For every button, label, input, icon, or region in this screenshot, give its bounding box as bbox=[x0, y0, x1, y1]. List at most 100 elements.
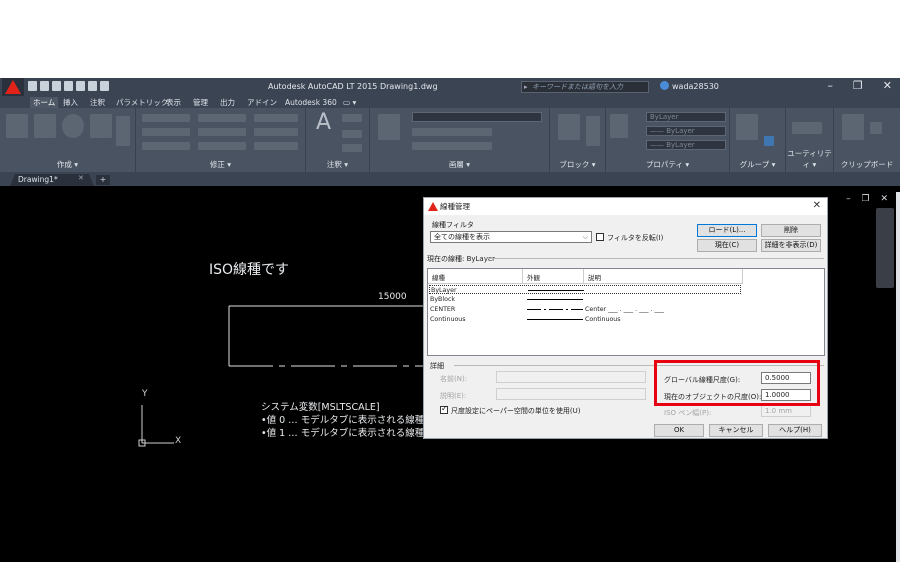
fillet-icon[interactable] bbox=[254, 128, 298, 136]
paste-icon[interactable] bbox=[842, 114, 864, 140]
draw-tools-icon[interactable] bbox=[116, 116, 130, 146]
text-icon[interactable]: A bbox=[316, 110, 331, 135]
iso-pen-width-select[interactable]: 1.0 mm bbox=[761, 405, 811, 417]
ok-button[interactable]: OK bbox=[654, 424, 704, 437]
table-row[interactable]: CENTER Center ___ . ___ . ___ . ___ bbox=[429, 305, 741, 314]
column-header-description[interactable]: 説明 bbox=[588, 272, 601, 282]
paperspace-units-label: 尺度設定にペーパー空間の単位を使用(U) bbox=[451, 407, 581, 415]
polyline-icon[interactable] bbox=[34, 114, 56, 138]
vertical-scrollbar[interactable] bbox=[896, 192, 900, 562]
name-field[interactable] bbox=[496, 371, 646, 383]
linetype-appearance bbox=[527, 319, 583, 320]
layer-state-icon[interactable] bbox=[412, 142, 492, 150]
measure-icon[interactable] bbox=[792, 122, 822, 134]
table-row[interactable]: ByBlock bbox=[429, 295, 741, 304]
tab-home[interactable]: ホーム bbox=[30, 97, 59, 108]
table-row[interactable]: ByLayer bbox=[429, 285, 741, 294]
panel-modify: 修正 ▾ bbox=[136, 108, 306, 172]
navigation-bar[interactable] bbox=[876, 208, 894, 288]
dimension-icon[interactable] bbox=[342, 114, 362, 122]
tab-more[interactable]: ▭ ▾ bbox=[340, 97, 359, 108]
linetype-dropdown[interactable]: —— ByLayer bbox=[646, 126, 726, 136]
color-dropdown[interactable]: ByLayer bbox=[646, 112, 726, 122]
panel-properties-label[interactable]: プロパティ ▾ bbox=[606, 159, 729, 170]
redo-icon[interactable] bbox=[100, 81, 109, 91]
filter-select[interactable]: 全ての線種を表示 ⌵ bbox=[430, 231, 592, 243]
move-icon[interactable] bbox=[142, 114, 190, 122]
copy-clip-icon[interactable] bbox=[870, 122, 882, 134]
panel-annotation-label[interactable]: 注釈 ▾ bbox=[306, 159, 369, 170]
paperspace-units-checkbox[interactable] bbox=[440, 404, 448, 414]
tab-view[interactable]: 表示 bbox=[163, 97, 184, 108]
description-label: 説明(E): bbox=[440, 392, 467, 400]
panel-clipboard-label[interactable]: クリップボード bbox=[834, 159, 900, 170]
undo-icon[interactable] bbox=[88, 81, 97, 91]
save-as-icon[interactable] bbox=[64, 81, 73, 91]
column-header-linetype[interactable]: 線種 bbox=[432, 272, 445, 282]
scale-icon[interactable] bbox=[198, 142, 246, 150]
file-tab-close-icon[interactable]: ✕ bbox=[78, 174, 84, 182]
rotate-icon[interactable] bbox=[198, 114, 246, 122]
viewport-controls[interactable]: – ❐ ✕ bbox=[846, 194, 892, 204]
column-header-appearance[interactable]: 外観 bbox=[527, 272, 540, 282]
line-icon[interactable] bbox=[6, 114, 28, 138]
hide-details-button[interactable]: 詳細を非表示(D) bbox=[761, 239, 821, 252]
tab-autodesk360[interactable]: Autodesk 360 bbox=[282, 97, 340, 108]
tab-addins[interactable]: アドイン bbox=[244, 97, 280, 108]
close-button[interactable]: ✕ bbox=[883, 79, 892, 92]
description-field[interactable] bbox=[496, 388, 646, 400]
array-icon[interactable] bbox=[254, 142, 298, 150]
stretch-icon[interactable] bbox=[142, 142, 190, 150]
save-icon[interactable] bbox=[52, 81, 61, 91]
load-button[interactable]: ロード(L)... bbox=[697, 224, 757, 237]
dialog-close-button[interactable]: ✕ bbox=[813, 200, 821, 211]
panel-utilities-label[interactable]: ユーティリティ ▾ bbox=[786, 148, 833, 170]
linetype-list[interactable]: 線種 外観 説明 ByLayer ByBlock CENTER Center _… bbox=[427, 268, 825, 356]
minimize-button[interactable]: – bbox=[827, 79, 833, 92]
layer-dropdown[interactable] bbox=[412, 112, 542, 122]
user-account[interactable]: wada28530 bbox=[660, 81, 719, 91]
delete-button[interactable]: 削除 bbox=[761, 224, 821, 237]
filter-select-value: 全ての線種を表示 bbox=[434, 233, 490, 241]
tab-insert[interactable]: 挿入 bbox=[60, 97, 81, 108]
insert-block-icon[interactable] bbox=[558, 114, 580, 140]
search-input[interactable]: キーワードまたは語句を入力 bbox=[521, 81, 649, 93]
block-tools-icon[interactable] bbox=[586, 116, 600, 146]
mirror-icon[interactable] bbox=[198, 128, 246, 136]
table-icon[interactable] bbox=[342, 144, 362, 152]
maximize-button[interactable]: ❐ bbox=[853, 79, 863, 92]
panel-layers-label[interactable]: 画層 ▾ bbox=[370, 159, 549, 170]
filter-label: 線種フィルタ bbox=[432, 221, 474, 229]
help-button[interactable]: ヘルプ(H) bbox=[768, 424, 822, 437]
panel-block-label[interactable]: ブロック ▾ bbox=[550, 159, 605, 170]
print-icon[interactable] bbox=[76, 81, 85, 91]
layer-tools-icon[interactable] bbox=[412, 128, 492, 136]
lineweight-dropdown[interactable]: —— ByLayer bbox=[646, 140, 726, 150]
new-icon[interactable] bbox=[28, 81, 37, 91]
tab-output[interactable]: 出力 bbox=[217, 97, 238, 108]
tab-annotate[interactable]: 注釈 bbox=[87, 97, 108, 108]
arc-icon[interactable] bbox=[90, 114, 112, 138]
table-row[interactable]: Continuous Continuous bbox=[429, 315, 741, 324]
new-tab-button[interactable]: + bbox=[96, 175, 110, 185]
layer-properties-icon[interactable] bbox=[378, 114, 400, 140]
panel-modify-label[interactable]: 修正 ▾ bbox=[136, 159, 305, 170]
invert-filter-label: フィルタを反転(I) bbox=[607, 234, 664, 242]
trim-icon[interactable] bbox=[254, 114, 298, 122]
current-button[interactable]: 現在(C) bbox=[697, 239, 757, 252]
group-icon[interactable] bbox=[736, 114, 758, 140]
open-icon[interactable] bbox=[40, 81, 49, 91]
tab-manage[interactable]: 管理 bbox=[190, 97, 211, 108]
panel-draw-label[interactable]: 作成 ▾ bbox=[0, 159, 135, 170]
leader-icon[interactable] bbox=[342, 130, 362, 138]
match-properties-icon[interactable] bbox=[610, 114, 628, 138]
copy-icon[interactable] bbox=[142, 128, 190, 136]
canvas-heading: ISO線種です bbox=[209, 262, 290, 278]
dialog-titlebar[interactable]: 線種管理 bbox=[424, 198, 827, 215]
panel-groups-label[interactable]: グループ ▾ bbox=[730, 159, 785, 170]
circle-icon[interactable] bbox=[62, 114, 84, 138]
invert-filter-checkbox[interactable] bbox=[596, 233, 604, 241]
cancel-button[interactable]: キャンセル bbox=[709, 424, 763, 437]
header-divider bbox=[428, 283, 742, 284]
group-select-icon[interactable] bbox=[764, 136, 774, 146]
